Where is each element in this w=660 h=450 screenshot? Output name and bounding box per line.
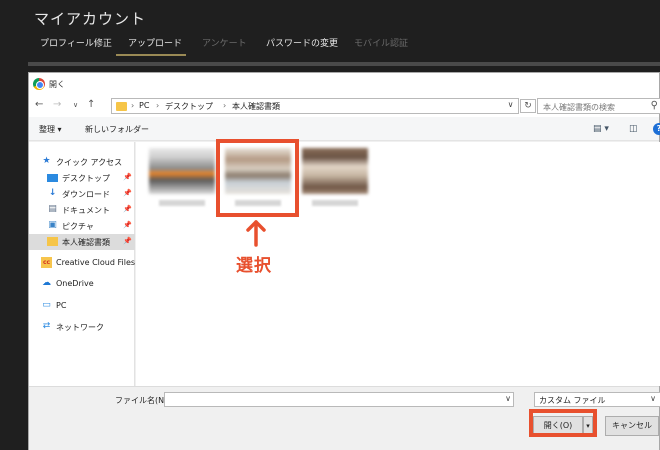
open-button-highlight <box>529 409 597 437</box>
active-tab-indicator <box>116 54 186 56</box>
sidebar-item-pc[interactable]: ▭ PC <box>29 298 135 314</box>
up-icon[interactable]: ↑ <box>87 99 95 110</box>
refresh-icon[interactable]: ↻ <box>520 99 536 113</box>
pictures-icon: ▣ <box>48 220 57 230</box>
file-list <box>136 142 660 386</box>
organize-button[interactable]: 整理 ▾ <box>39 124 62 135</box>
site-content-band <box>28 62 660 66</box>
filename-field[interactable]: ∨ <box>164 392 514 407</box>
desktop-icon <box>47 174 58 182</box>
breadcrumb-pc[interactable]: PC <box>139 101 149 110</box>
file-thumbnail[interactable] <box>302 148 368 206</box>
sidebar-item-downloads[interactable]: ↓ ダウンロード 📌 <box>29 186 135 202</box>
forward-icon[interactable]: → <box>53 99 61 110</box>
pc-icon: ▭ <box>42 300 51 310</box>
dialog-toolbar: 整理 ▾ 新しいフォルダー ▤ ▾ ◫ ? <box>29 117 660 141</box>
chrome-icon <box>33 78 45 90</box>
dialog-titlebar: 開く <box>29 73 659 95</box>
search-icon: ⚲ <box>650 100 658 111</box>
address-row: ← → ∨ ↑ › PC › デスクトップ › 本人確認書類 ∨ ↻ 本人確認書… <box>29 95 660 117</box>
download-icon: ↓ <box>48 188 57 198</box>
sidebar-item-pictures[interactable]: ▣ ピクチャ 📌 <box>29 218 135 234</box>
sidebar-item-quick-access[interactable]: ★ クイック アクセス <box>29 154 135 170</box>
sidebar-item-id-documents[interactable]: 本人確認書類 📌 <box>29 234 135 250</box>
select-annotation-label: 選択 <box>236 256 272 276</box>
pin-icon[interactable]: 📌 <box>123 173 132 181</box>
tab-survey[interactable]: アンケート <box>202 36 247 49</box>
address-dropdown-icon[interactable]: ∨ <box>504 100 517 112</box>
cancel-button[interactable]: キャンセル <box>605 416 659 436</box>
view-options-icon[interactable]: ▤ ▾ <box>593 124 609 134</box>
sidebar-item-onedrive[interactable]: ☁ OneDrive <box>29 276 135 292</box>
breadcrumb-separator-icon[interactable]: › <box>131 101 134 110</box>
site-title: マイアカウント <box>34 10 147 28</box>
tab-profile[interactable]: プロフィール修正 <box>40 36 112 49</box>
folder-icon <box>47 237 58 246</box>
sidebar-item-creative-cloud[interactable]: cc Creative Cloud Files <box>29 255 135 271</box>
back-icon[interactable]: ← <box>35 99 43 110</box>
site-nav: プロフィール修正 アップロード アンケート パスワードの変更 モバイル認証 <box>0 30 660 56</box>
file-thumbnail[interactable] <box>149 148 215 206</box>
onedrive-icon: ☁ <box>42 278 51 288</box>
search-input[interactable]: 本人確認書類の検索 ⚲ <box>537 98 660 114</box>
filename-label: ファイル名(N): <box>115 396 170 405</box>
pin-icon[interactable]: 📌 <box>123 189 132 197</box>
star-icon: ★ <box>42 156 51 166</box>
chevron-down-icon: ∨ <box>650 394 656 403</box>
filetype-select[interactable]: カスタム ファイル ∨ <box>534 392 660 407</box>
network-icon: ⇄ <box>42 321 51 331</box>
pin-icon[interactable]: 📌 <box>123 221 132 229</box>
breadcrumb-separator-icon[interactable]: › <box>223 101 226 110</box>
recent-chevron-icon[interactable]: ∨ <box>73 101 78 109</box>
sidebar-item-documents[interactable]: ▤ ドキュメント 📌 <box>29 202 135 218</box>
document-icon: ▤ <box>48 204 57 214</box>
arrow-up-icon <box>246 220 266 247</box>
file-thumbnail-caption <box>159 200 205 206</box>
breadcrumb-desktop[interactable]: デスクトップ <box>165 101 213 112</box>
chevron-down-icon[interactable]: ∨ <box>505 394 511 403</box>
creative-cloud-icon: cc <box>41 257 52 268</box>
address-bar[interactable]: › PC › デスクトップ › 本人確認書類 ∨ <box>111 98 519 114</box>
sidebar-item-network[interactable]: ⇄ ネットワーク <box>29 319 135 335</box>
file-open-dialog: 開く ← → ∨ ↑ › PC › デスクトップ › 本人確認書類 ∨ ↻ 本人… <box>28 72 660 450</box>
selected-file-highlight <box>216 139 299 217</box>
file-thumbnail-caption <box>312 200 358 206</box>
file-thumbnail-image <box>149 148 215 194</box>
navigation-pane: ★ クイック アクセス デスクトップ 📌 ↓ ダウンロード 📌 ▤ ドキュメント… <box>29 142 135 386</box>
breadcrumb-folder[interactable]: 本人確認書類 <box>232 101 280 112</box>
file-thumbnail-image <box>302 148 368 194</box>
preview-pane-icon[interactable]: ◫ <box>629 124 638 134</box>
dialog-title: 開く <box>49 80 65 89</box>
help-icon[interactable]: ? <box>653 123 660 135</box>
tab-password[interactable]: パスワードの変更 <box>266 36 338 49</box>
tab-mobile-auth[interactable]: モバイル認証 <box>354 36 408 49</box>
new-folder-button[interactable]: 新しいフォルダー <box>85 124 149 135</box>
tab-upload[interactable]: アップロード <box>128 36 182 49</box>
sidebar-item-desktop[interactable]: デスクトップ 📌 <box>29 170 135 186</box>
pin-icon[interactable]: 📌 <box>123 205 132 213</box>
pin-icon[interactable]: 📌 <box>123 237 132 245</box>
folder-icon <box>116 102 127 111</box>
breadcrumb-separator-icon[interactable]: › <box>156 101 159 110</box>
